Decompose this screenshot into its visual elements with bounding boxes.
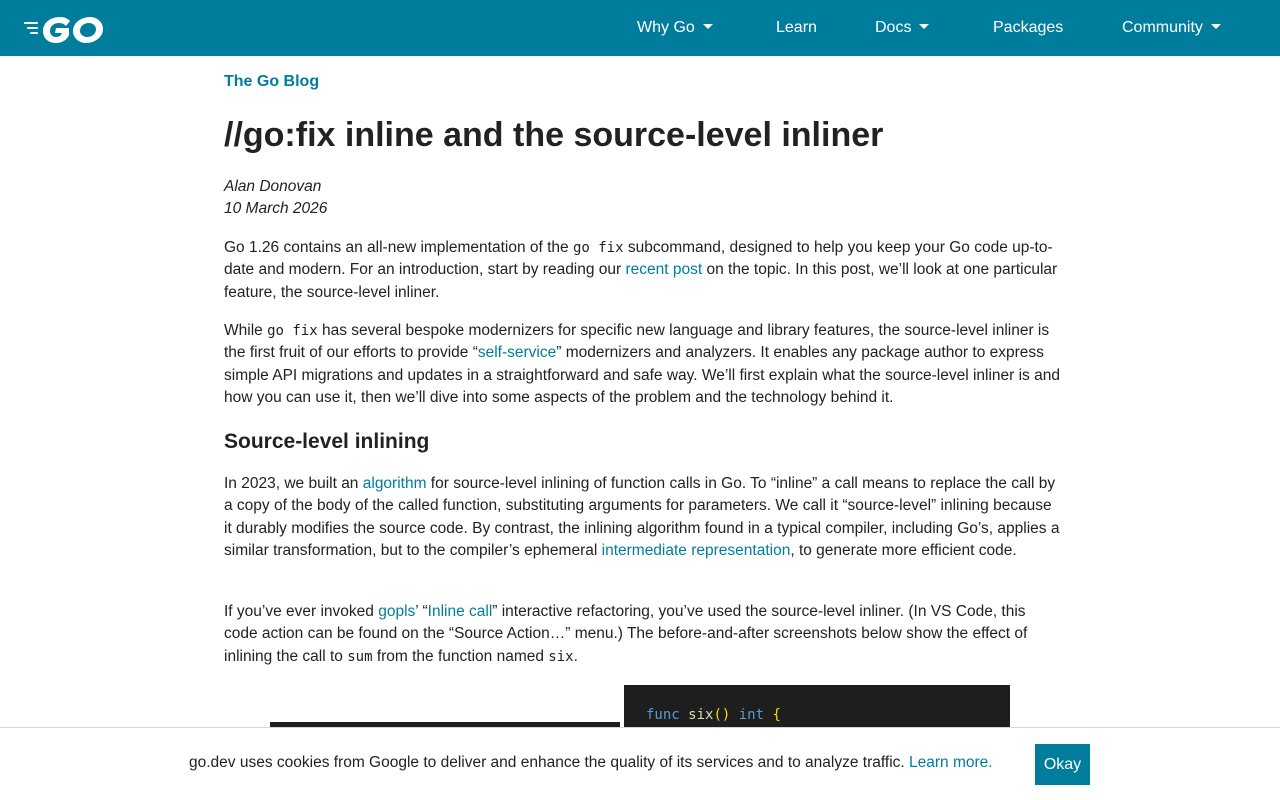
text: In 2023, we built an [224, 475, 363, 492]
nav-packages[interactable]: Packages [993, 0, 1063, 56]
byline: Alan Donovan 10 March 2026 [224, 176, 327, 220]
chevron-down-icon [919, 24, 930, 30]
chevron-down-icon [702, 24, 713, 30]
paragraph-inlining: In 2023, we built an algorithm for sourc… [224, 473, 1060, 562]
okay-button[interactable]: Okay [1035, 744, 1090, 785]
intermediate-representation-link[interactable]: intermediate representation [602, 542, 791, 559]
recent-post-link[interactable]: recent post [626, 261, 703, 278]
nav-why-go[interactable]: Why Go [637, 0, 713, 56]
publish-date: 10 March 2026 [224, 200, 328, 217]
nav-learn[interactable]: Learn [776, 0, 817, 56]
code-function-name: six [688, 707, 714, 723]
inline-code: go fix [267, 323, 318, 339]
code-brace: { [772, 707, 781, 723]
chevron-down-icon [1210, 24, 1221, 30]
nav-docs[interactable]: Docs [875, 0, 930, 56]
code-keyword: func [646, 707, 680, 723]
text: If you’ve ever invoked [224, 603, 379, 620]
section-heading: Source-level inlining [224, 430, 430, 453]
gopls-link[interactable]: gopls [378, 603, 415, 620]
text: While [224, 322, 268, 339]
text: , to generate more efficient code. [790, 541, 1017, 559]
text: ’ “ [415, 603, 428, 620]
self-service-link[interactable]: self-service [478, 344, 556, 361]
author: Alan Donovan [224, 178, 322, 195]
nav-community[interactable]: Community [1122, 0, 1221, 56]
nav-docs-label: Docs [875, 19, 912, 36]
text: . [573, 647, 578, 665]
cookie-text: go.dev uses cookies from Google to deliv… [189, 754, 910, 771]
go-logo-icon[interactable] [24, 13, 108, 45]
code-line: func six() int { [646, 705, 781, 725]
inline-code: go fix [572, 240, 624, 256]
site-header: Why Go Learn Docs Packages Community [0, 0, 1280, 56]
nav-packages-label: Packages [993, 19, 1064, 36]
algorithm-link[interactable]: algorithm [363, 475, 427, 492]
nav-community-label: Community [1122, 19, 1203, 36]
paragraph-gopls: If you’ve ever invoked gopls’ “Inline ca… [224, 601, 1060, 668]
text: Go 1.26 contains an all-new implementati… [224, 239, 573, 256]
learn-more-link[interactable]: Learn more. [909, 754, 993, 771]
code-parens: () [713, 707, 731, 723]
blog-home-link[interactable]: The Go Blog [224, 73, 319, 91]
paragraph-go-fix: While go fix has several bespoke moderni… [224, 320, 1060, 409]
paragraph-intro: Go 1.26 contains an all-new implementati… [224, 237, 1060, 304]
nav-learn-label: Learn [776, 19, 817, 36]
cookie-message: go.dev uses cookies from Google to deliv… [189, 754, 993, 772]
page-title: //go:fix inline and the source-level inl… [224, 116, 884, 154]
inline-code: six [548, 648, 574, 665]
inline-code: sum [347, 648, 373, 665]
nav-why-go-label: Why Go [637, 19, 695, 36]
code-type: int [738, 707, 765, 723]
text: from the function named [372, 647, 549, 665]
inline-call-link[interactable]: Inline call [428, 603, 493, 620]
cookie-banner: go.dev uses cookies from Google to deliv… [0, 727, 1280, 800]
